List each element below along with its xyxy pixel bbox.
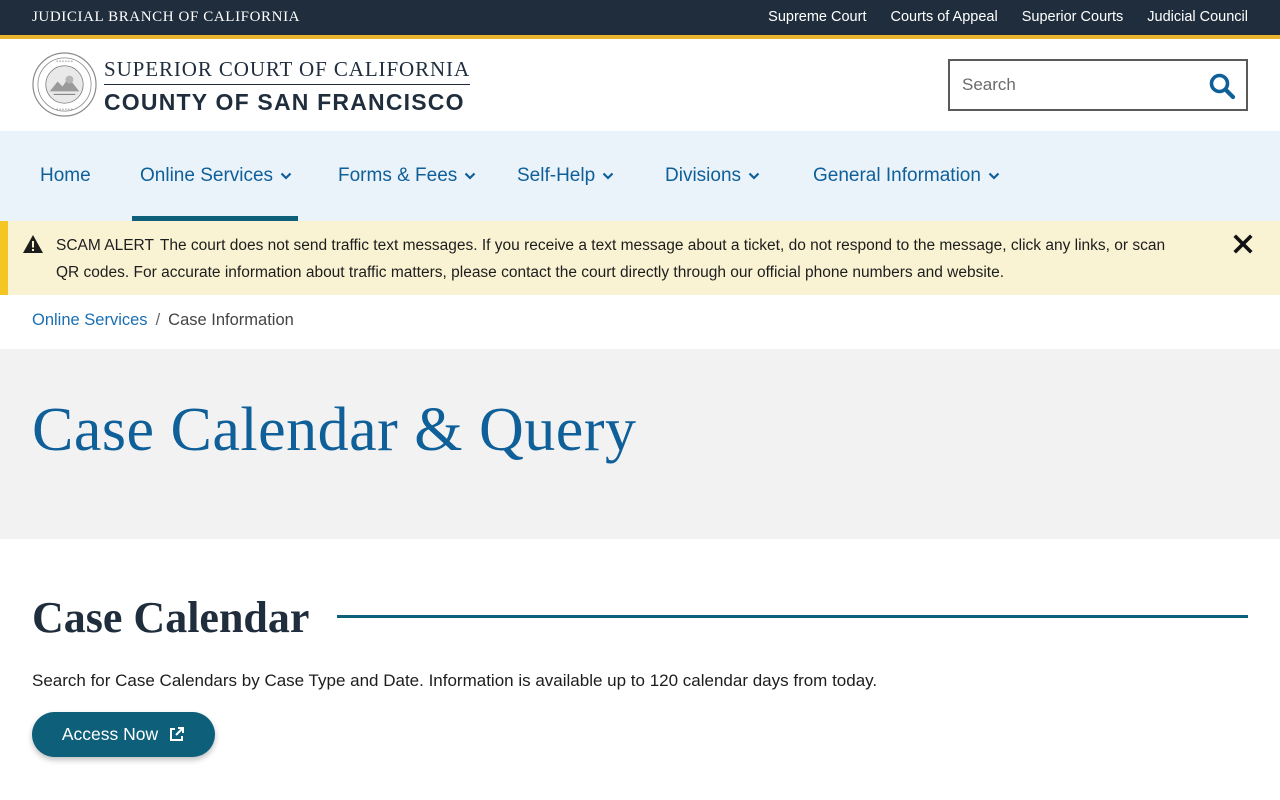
close-icon[interactable] [1232, 233, 1254, 255]
court-name-line1: SUPERIOR COURT OF CALIFORNIA [104, 57, 471, 85]
svg-text:• • • • • •: • • • • • • [56, 60, 73, 65]
search-box [948, 59, 1248, 111]
section-title: Case Calendar [32, 593, 310, 642]
top-utility-bar: JUDICIAL BRANCH OF CALIFORNIA Supreme Co… [0, 0, 1280, 35]
search-input[interactable] [962, 73, 1192, 97]
top-link-supreme-court[interactable]: Supreme Court [768, 9, 866, 25]
nav-item-label: Home [40, 165, 91, 186]
top-links: Supreme Court Courts of Appeal Superior … [768, 9, 1248, 25]
external-link-icon [170, 727, 185, 741]
chevron-down-icon [988, 172, 1000, 180]
court-name[interactable]: SUPERIOR COURT OF CALIFORNIA COUNTY OF S… [104, 57, 471, 116]
top-link-courts-of-appeal[interactable]: Courts of Appeal [890, 9, 997, 25]
breadcrumb-current: Case Information [168, 311, 294, 329]
chevron-down-icon [602, 172, 614, 180]
top-link-judicial-council[interactable]: Judicial Council [1147, 9, 1248, 25]
site-header: • • • • • • • • • • • • SUPERIOR COURT O… [0, 39, 1280, 131]
nav-item-divisions[interactable]: Divisions [665, 131, 760, 221]
nav-item-forms-fees[interactable]: Forms & Fees [338, 131, 476, 221]
access-now-button[interactable]: Access Now [32, 712, 215, 757]
nav-item-label: Online Services [140, 165, 274, 186]
main-nav: Home Online Services Forms & Fees Self-H… [0, 131, 1280, 221]
nav-item-label: Self-Help [517, 165, 596, 186]
court-name-line2: COUNTY OF SAN FRANCISCO [104, 89, 465, 115]
nav-item-label: Forms & Fees [338, 165, 458, 186]
chevron-down-icon [280, 172, 292, 180]
alert-label: SCAM ALERT [56, 237, 154, 254]
chevron-down-icon [465, 172, 476, 180]
section-divider [337, 615, 1248, 618]
top-link-superior-courts[interactable]: Superior Courts [1022, 9, 1124, 25]
alert-message: The court does not send traffic text mes… [56, 237, 1166, 281]
scam-alert-banner: SCAM ALERT The court does not send traffi… [0, 221, 1280, 295]
section-description: Search for Case Calendars by Case Type a… [32, 671, 878, 690]
nav-item-home[interactable]: Home [40, 131, 91, 221]
court-seal-icon[interactable]: • • • • • • • • • • • • [32, 52, 97, 117]
nav-item-label: Divisions [665, 165, 742, 186]
breadcrumb-link-online-services[interactable]: Online Services [32, 311, 148, 330]
page-title: Case Calendar & Query [32, 396, 637, 464]
nav-item-online-services[interactable]: Online Services [140, 131, 292, 221]
svg-text:• • • • • •: • • • • • • [56, 108, 73, 113]
alert-text: SCAM ALERT The court does not send traffi… [56, 232, 1176, 286]
breadcrumb: Online Services / Case Information [32, 311, 294, 330]
judicial-branch-label: JUDICIAL BRANCH OF CALIFORNIA [32, 9, 301, 25]
warning-icon [23, 235, 43, 253]
page-hero: Case Calendar & Query [0, 349, 1280, 539]
breadcrumb-separator: / [155, 311, 161, 329]
access-now-label: Access Now [61, 724, 159, 744]
nav-item-label: General Information [813, 165, 981, 186]
nav-item-self-help[interactable]: Self-Help [517, 131, 614, 221]
chevron-down-icon [748, 172, 760, 180]
search-icon[interactable] [1208, 72, 1236, 100]
nav-item-general-information[interactable]: General Information [813, 131, 1000, 221]
